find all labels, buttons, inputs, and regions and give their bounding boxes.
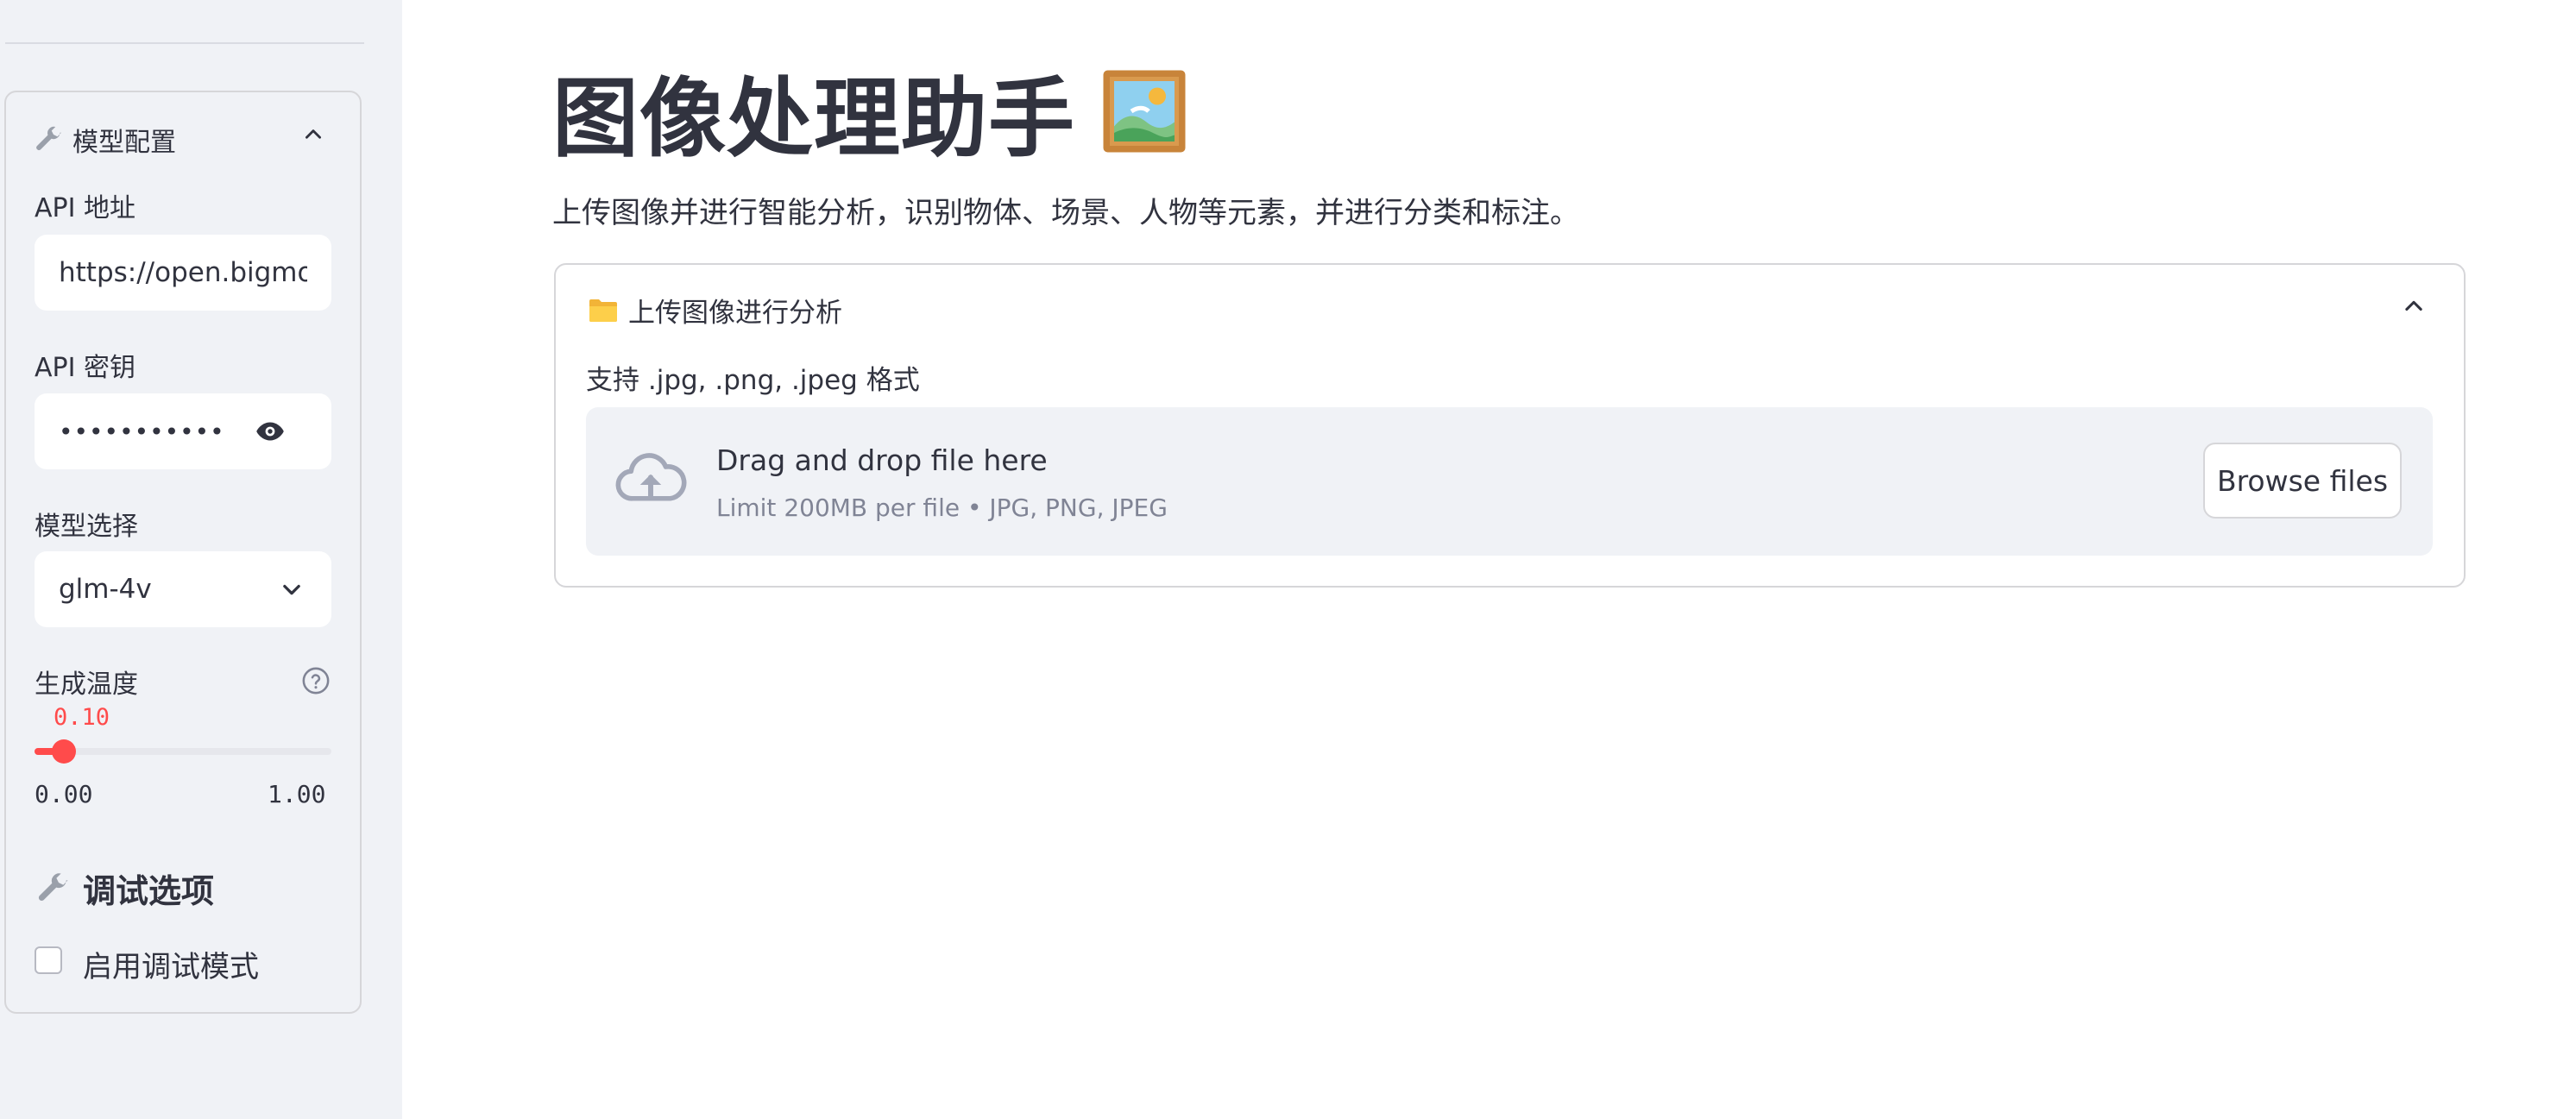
sidebar: 模型配置 API 地址 https://open.bigmodel.cn API… bbox=[0, 0, 402, 1119]
api-key-value: ••••••••••••••••• bbox=[59, 417, 223, 446]
temperature-label: 生成温度 bbox=[35, 670, 138, 700]
temperature-slider-thumb[interactable] bbox=[52, 739, 77, 764]
model-select-value: glm-4v bbox=[59, 574, 152, 605]
model-select-label: 模型选择 bbox=[35, 512, 138, 542]
chevron-down-icon bbox=[283, 584, 300, 595]
api-key-label: API 密钥 bbox=[35, 353, 135, 383]
api-key-input[interactable]: ••••••••••••••••• bbox=[35, 393, 331, 469]
debug-section-heading: 调试选项 bbox=[35, 864, 214, 912]
page-subtitle: 上传图像并进行智能分析，识别物体、场景、人物等元素，并进行分类和标注。 bbox=[552, 196, 1579, 230]
chevron-up-icon[interactable] bbox=[2402, 294, 2426, 318]
page-title: 图像处理助手 bbox=[552, 48, 1187, 173]
upload-hint: 支持 .jpg, .png, .jpeg 格式 bbox=[586, 365, 920, 396]
cloud-upload-icon bbox=[615, 453, 687, 501]
upload-expander-title: 上传图像进行分析 bbox=[628, 298, 842, 329]
model-config-header[interactable]: 模型配置 bbox=[33, 121, 176, 159]
debug-mode-checkbox[interactable] bbox=[35, 946, 62, 974]
debug-section-title: 调试选项 bbox=[83, 872, 215, 910]
sidebar-divider bbox=[5, 42, 364, 44]
api-url-label: API 地址 bbox=[35, 193, 135, 223]
page-title-text: 图像处理助手 bbox=[552, 68, 1075, 169]
api-url-value: https://open.bigmodel.cn bbox=[59, 257, 307, 288]
framed-picture-icon bbox=[1103, 70, 1186, 152]
help-icon[interactable] bbox=[301, 666, 331, 695]
wrench-icon bbox=[38, 872, 68, 901]
temperature-value: 0.10 bbox=[54, 704, 110, 731]
wrench-icon bbox=[36, 126, 61, 150]
file-dropzone[interactable] bbox=[586, 407, 2433, 556]
model-select[interactable]: glm-4v bbox=[35, 551, 331, 627]
chevron-up-icon[interactable] bbox=[302, 123, 324, 146]
upload-expander-header[interactable]: 上传图像进行分析 bbox=[589, 291, 842, 330]
folder-icon bbox=[589, 299, 617, 322]
browse-files-button[interactable]: Browse files bbox=[2203, 443, 2402, 519]
temperature-min: 0.00 bbox=[35, 780, 93, 808]
dropzone-title: Drag and drop file here bbox=[716, 443, 1048, 477]
temperature-max: 1.00 bbox=[268, 780, 326, 808]
api-url-input[interactable]: https://open.bigmodel.cn bbox=[35, 235, 331, 311]
debug-mode-label[interactable]: 启用调试模式 bbox=[83, 943, 259, 985]
dropzone-subtitle: Limit 200MB per file • JPG, PNG, JPEG bbox=[716, 493, 1168, 522]
model-config-title: 模型配置 bbox=[72, 128, 176, 158]
temperature-slider[interactable] bbox=[35, 739, 331, 764]
eye-icon[interactable] bbox=[250, 416, 290, 447]
